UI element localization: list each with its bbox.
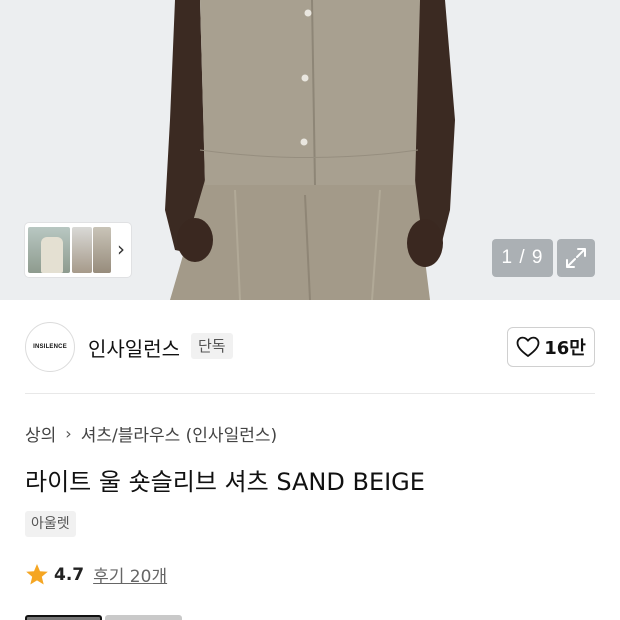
breadcrumb-category[interactable]: 상의: [25, 421, 56, 446]
thumbnail-strip[interactable]: ›: [25, 223, 131, 277]
rating-row: 4.7 후기 20개: [25, 562, 167, 587]
chevron-right-icon[interactable]: ›: [117, 237, 125, 261]
page-total: 9: [531, 247, 544, 268]
brand-logo[interactable]: INSILENCE: [25, 322, 75, 372]
breadcrumb-subcategory[interactable]: 셔츠/블라우스 (인사일런스): [81, 421, 277, 446]
thumbnail-figure: [41, 237, 63, 273]
heart-outline-icon: [516, 336, 540, 357]
page-current: 1: [501, 247, 514, 268]
expand-arrows-icon: [566, 248, 586, 268]
chevron-right-icon: ›: [65, 424, 72, 443]
page-separator: /: [519, 247, 526, 268]
exclusive-badge: 단독: [191, 333, 233, 359]
like-count: 16만: [544, 338, 586, 359]
review-link[interactable]: 후기 20개: [93, 562, 167, 587]
like-button[interactable]: 16만: [507, 327, 595, 367]
brand-name[interactable]: 인사일런스: [88, 333, 180, 362]
breadcrumb: 상의 › 셔츠/블라우스 (인사일런스): [25, 421, 277, 446]
brand-logo-text: INSILENCE: [33, 344, 67, 350]
rating-value: 4.7: [54, 564, 85, 585]
outlet-tag: 아울렛: [25, 511, 76, 537]
thumbnail-1[interactable]: [28, 227, 70, 273]
star-icon: [26, 564, 48, 585]
thumbnail-2[interactable]: [72, 227, 92, 273]
product-title: 라이트 울 숏슬리브 셔츠 SAND BEIGE: [25, 468, 425, 496]
expand-button[interactable]: [557, 239, 595, 277]
section-divider: [25, 393, 595, 394]
image-page-indicator: 1 / 9: [492, 239, 553, 277]
color-variant-thumbnail[interactable]: [25, 615, 102, 620]
thumbnail-3[interactable]: [93, 227, 111, 273]
color-variant-thumbnail[interactable]: [105, 615, 182, 620]
product-main-image[interactable]: › 1 / 9: [0, 0, 620, 300]
